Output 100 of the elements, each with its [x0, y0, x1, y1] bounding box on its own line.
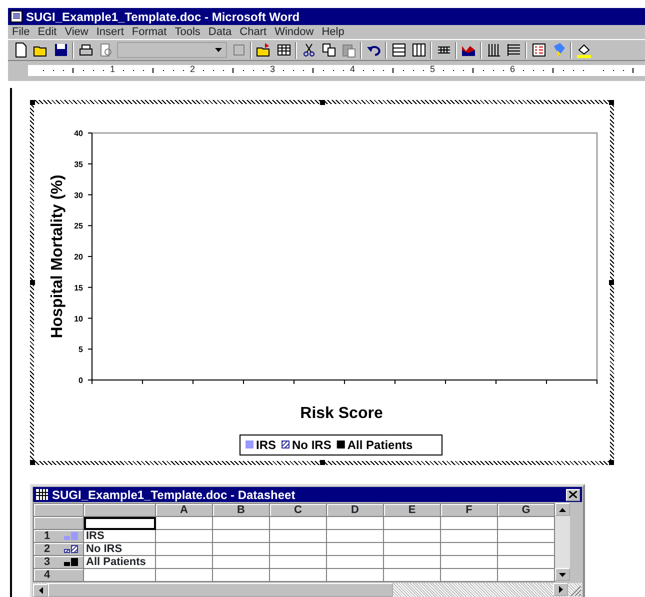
horizontal-gridlines-button[interactable] — [505, 42, 522, 58]
table-cell[interactable] — [498, 530, 554, 542]
rows-button[interactable] — [390, 42, 407, 58]
table-cell[interactable]: No IRS — [84, 542, 156, 556]
table-cell[interactable] — [498, 568, 554, 582]
scroll-down-button[interactable] — [555, 568, 570, 581]
column-header[interactable]: B — [212, 504, 270, 516]
scroll-thumb[interactable] — [48, 583, 393, 597]
datasheet-button[interactable] — [275, 42, 292, 58]
legend-box[interactable] — [240, 434, 442, 456]
resize-handle[interactable] — [609, 100, 614, 105]
scroll-up-button[interactable] — [555, 503, 570, 516]
vertical-scrollbar[interactable] — [555, 503, 570, 581]
table-cell[interactable] — [384, 530, 440, 542]
column-header[interactable]: C — [270, 504, 326, 516]
menu-item[interactable]: View — [64, 26, 88, 38]
legend-button[interactable] — [530, 42, 547, 58]
table-cell[interactable] — [440, 530, 498, 542]
table-cell[interactable] — [440, 568, 498, 582]
table-cell[interactable] — [326, 530, 384, 542]
ruler[interactable]: 1 2 3 4 5 6 — [8, 61, 645, 81]
ruler-number: 1 — [110, 64, 116, 75]
menu-item[interactable]: Format — [132, 26, 167, 38]
menu-item[interactable]: Tools — [174, 26, 200, 38]
columns-button[interactable] — [410, 42, 427, 58]
row-header[interactable]: 3 — [34, 556, 84, 568]
table-cell[interactable] — [212, 568, 270, 582]
table-cell[interactable] — [270, 556, 326, 568]
resize-handle[interactable] — [30, 100, 35, 105]
horizontal-scrollbar[interactable] — [33, 583, 582, 597]
resize-handle[interactable] — [320, 460, 324, 465]
dropdown-arrow-icon — [215, 48, 222, 52]
y-tick-label: 30 — [74, 190, 83, 200]
menu-item[interactable]: Help — [322, 26, 344, 38]
column-header[interactable]: A — [156, 504, 212, 516]
table-cell[interactable] — [440, 516, 498, 530]
table-cell[interactable] — [270, 542, 326, 556]
close-button[interactable] — [566, 488, 580, 500]
table-cell[interactable] — [326, 568, 384, 582]
table-cell[interactable] — [156, 556, 212, 568]
table-cell[interactable] — [212, 516, 270, 530]
table-cell[interactable] — [326, 516, 384, 530]
table-cell[interactable] — [84, 516, 156, 530]
table-cell[interactable] — [498, 556, 554, 568]
menu-item[interactable]: Edit — [38, 26, 57, 38]
print-button[interactable] — [77, 42, 94, 58]
table-cell[interactable] — [212, 556, 270, 568]
table-cell[interactable]: IRS — [84, 530, 156, 542]
chart-selection-frame[interactable]: 0 5 10 15 20 25 30 35 40 Hospital Mortality (%) Risk Score IRS No IRS All Patients — [30, 100, 614, 465]
resize-handle[interactable] — [320, 100, 324, 105]
table-cell[interactable] — [84, 568, 156, 582]
menu-item[interactable]: Window — [274, 26, 314, 38]
column-header[interactable]: G — [498, 504, 554, 516]
resize-handle[interactable] — [609, 460, 614, 465]
save-button[interactable] — [52, 42, 69, 58]
column-header[interactable]: D — [326, 504, 384, 516]
fill-color-button[interactable] — [575, 42, 592, 58]
table-cell[interactable] — [212, 542, 270, 556]
table-cell[interactable] — [326, 542, 384, 556]
copy-button[interactable] — [320, 42, 337, 58]
row-header[interactable]: 2 — [34, 542, 84, 556]
table-cell[interactable] — [270, 516, 326, 530]
resize-handle[interactable] — [30, 280, 35, 285]
table-cell[interactable] — [326, 556, 384, 568]
table-cell[interactable] — [384, 542, 440, 556]
paste-button[interactable] — [340, 42, 357, 58]
menu-item[interactable]: Chart — [240, 26, 267, 38]
table-cell[interactable] — [156, 516, 212, 530]
scroll-left-button[interactable] — [33, 584, 48, 596]
column-header[interactable]: E — [384, 504, 440, 516]
table-cell[interactable] — [212, 530, 270, 542]
table-cell[interactable] — [156, 530, 212, 542]
table-cell[interactable] — [384, 568, 440, 582]
resize-handle[interactable] — [30, 460, 35, 465]
import-folder-button[interactable] — [255, 42, 272, 58]
row-header[interactable]: 1 — [34, 530, 84, 542]
table-cell[interactable] — [270, 530, 326, 542]
scroll-right-button[interactable] — [553, 583, 568, 596]
row-header[interactable] — [34, 516, 84, 530]
table-cell[interactable] — [440, 556, 498, 568]
legend-label: No IRS — [292, 438, 332, 452]
vertical-gridlines-button[interactable] — [485, 42, 502, 58]
table-cell[interactable] — [440, 542, 498, 556]
menu-item[interactable]: File — [12, 26, 30, 38]
table-cell[interactable] — [384, 556, 440, 568]
column-header[interactable]: F — [440, 504, 498, 516]
row-header-corner[interactable] — [34, 504, 84, 516]
menu-item[interactable]: Insert — [96, 26, 124, 38]
resize-grip-icon[interactable] — [568, 583, 582, 597]
column-header[interactable] — [84, 504, 156, 516]
table-cell[interactable] — [156, 568, 212, 582]
table-cell[interactable] — [498, 516, 554, 530]
resize-handle[interactable] — [609, 280, 614, 285]
menu-item[interactable]: Data — [208, 26, 232, 38]
table-cell[interactable]: All Patients — [84, 556, 156, 568]
table-cell[interactable] — [156, 542, 212, 556]
table-cell[interactable] — [270, 568, 326, 582]
table-cell[interactable] — [384, 516, 440, 530]
table-cell[interactable] — [498, 542, 554, 556]
row-header[interactable]: 4 — [34, 568, 84, 582]
